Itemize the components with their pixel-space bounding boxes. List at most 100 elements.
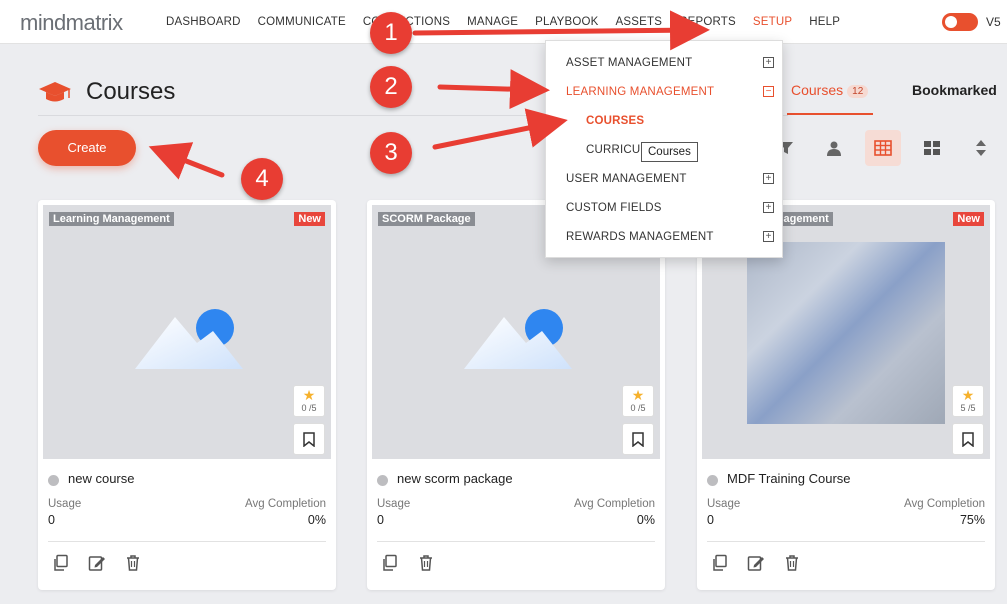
delete-icon[interactable] <box>124 554 142 572</box>
expand-icon[interactable]: + <box>763 202 774 213</box>
rating-box: ★ 0 /5 <box>622 385 654 417</box>
version-toggle[interactable] <box>942 13 978 31</box>
course-type-badge: SCORM Package <box>378 212 475 226</box>
sort-icon[interactable] <box>963 130 999 166</box>
nav-dashboard[interactable]: DASHBOARD <box>166 16 241 28</box>
menu-rewards-management[interactable]: REWARDS MANAGEMENT <box>566 231 714 243</box>
course-title[interactable]: new scorm package <box>397 471 513 486</box>
main-nav: DASHBOARD COMMUNICATE CONNECTIONS MANAGE… <box>166 0 857 44</box>
course-photo <box>747 242 945 424</box>
course-title[interactable]: MDF Training Course <box>727 471 851 486</box>
toggle-knob <box>945 16 957 28</box>
star-icon: ★ <box>961 387 975 403</box>
avg-completion-label: Avg Completion <box>904 498 985 510</box>
version-label: V5 <box>986 15 1001 29</box>
usage-value: 0 <box>377 513 384 527</box>
edit-icon[interactable] <box>747 554 765 572</box>
course-type-badge: Learning Management <box>49 212 174 226</box>
rating-score: 5 /5 <box>960 403 976 413</box>
arrow-step-4 <box>148 142 225 180</box>
bookmark-button[interactable] <box>952 423 984 455</box>
card-divider <box>707 541 985 542</box>
tab-courses[interactable]: Courses 12 <box>791 82 869 98</box>
status-dot <box>707 475 718 486</box>
status-dot <box>377 475 388 486</box>
tab-courses-label: Courses <box>791 82 844 98</box>
course-card[interactable]: Learning Management New ★ 0 /5 new cours… <box>38 200 336 590</box>
courses-count-badge: 12 <box>847 85 869 98</box>
new-badge: New <box>294 212 325 226</box>
menu-courses[interactable]: COURSES <box>586 115 644 127</box>
nav-playbook[interactable]: PLAYBOOK <box>535 16 598 28</box>
collapse-icon[interactable]: − <box>763 86 774 97</box>
graduation-cap-icon <box>39 82 71 102</box>
menu-asset-management[interactable]: ASSET MANAGEMENT <box>566 57 692 69</box>
star-icon: ★ <box>302 387 316 403</box>
create-button[interactable]: Create <box>38 130 136 166</box>
grid-view-icon[interactable] <box>914 130 950 166</box>
arrow-step-3 <box>432 108 568 150</box>
logo[interactable]: mindmatrix <box>20 10 123 36</box>
menu-curriculum[interactable]: CURRICULUM <box>586 144 642 156</box>
step-1-marker: 1 <box>370 12 412 54</box>
menu-user-management[interactable]: USER MANAGEMENT <box>566 173 687 185</box>
avg-completion-value: 0% <box>636 513 655 527</box>
arrow-step-2 <box>437 69 550 110</box>
user-icon[interactable] <box>816 130 852 166</box>
bookmark-button[interactable] <box>293 423 325 455</box>
page-title: Courses <box>86 78 176 105</box>
bookmark-icon <box>962 431 974 447</box>
image-placeholder-icon <box>135 309 243 369</box>
expand-icon[interactable]: + <box>763 231 774 242</box>
table-view-icon[interactable] <box>865 130 901 166</box>
star-icon: ★ <box>631 387 645 403</box>
expand-icon[interactable]: + <box>763 173 774 184</box>
image-placeholder-icon <box>464 309 572 369</box>
card-divider <box>377 541 655 542</box>
card-actions <box>381 554 453 572</box>
top-nav: mindmatrix DASHBOARD COMMUNICATE CONNECT… <box>0 0 1007 44</box>
tab-bookmarked[interactable]: Bookmarked <box>912 82 997 98</box>
usage-label: Usage <box>707 498 741 510</box>
usage-label: Usage <box>377 498 411 510</box>
usage-label: Usage <box>48 498 82 510</box>
step-4-marker: 4 <box>241 158 283 200</box>
status-dot <box>48 475 59 486</box>
avg-completion-label: Avg Completion <box>574 498 655 510</box>
delete-icon[interactable] <box>783 554 801 572</box>
bookmark-icon <box>303 431 315 447</box>
course-card[interactable]: SCORM Package ★ 0 /5 new scorm package U… <box>367 200 665 590</box>
nav-reports[interactable]: REPORTS <box>679 16 736 28</box>
card-divider <box>48 541 326 542</box>
course-card[interactable]: Learning Management New ★ 5 /5 MDF Train… <box>697 200 995 590</box>
avg-completion-label: Avg Completion <box>245 498 326 510</box>
expand-icon[interactable]: + <box>763 57 774 68</box>
copy-icon[interactable] <box>711 554 729 572</box>
bookmark-button[interactable] <box>622 423 654 455</box>
nav-setup[interactable]: SETUP <box>753 16 792 28</box>
course-thumbnail[interactable]: Learning Management New ★ 0 /5 <box>43 205 331 459</box>
copy-icon[interactable] <box>381 554 399 572</box>
nav-help[interactable]: HELP <box>809 16 840 28</box>
nav-manage[interactable]: MANAGE <box>467 16 518 28</box>
rating-box: ★ 5 /5 <box>952 385 984 417</box>
edit-icon[interactable] <box>88 554 106 572</box>
menu-learning-management[interactable]: LEARNING MANAGEMENT <box>566 86 714 98</box>
nav-assets[interactable]: ASSETS <box>616 16 663 28</box>
usage-value: 0 <box>48 513 55 527</box>
card-actions <box>711 554 819 572</box>
bookmark-icon <box>632 431 644 447</box>
rating-box: ★ 0 /5 <box>293 385 325 417</box>
step-3-marker: 3 <box>370 132 412 174</box>
menu-custom-fields[interactable]: CUSTOM FIELDS <box>566 202 662 214</box>
copy-icon[interactable] <box>52 554 70 572</box>
course-title[interactable]: new course <box>68 471 134 486</box>
avg-completion-value: 75% <box>959 513 985 527</box>
nav-communicate[interactable]: COMMUNICATE <box>258 16 346 28</box>
active-tab-indicator <box>787 113 873 115</box>
usage-value: 0 <box>707 513 714 527</box>
step-2-marker: 2 <box>370 66 412 108</box>
rating-score: 0 /5 <box>301 403 317 413</box>
delete-icon[interactable] <box>417 554 435 572</box>
card-actions <box>52 554 160 572</box>
